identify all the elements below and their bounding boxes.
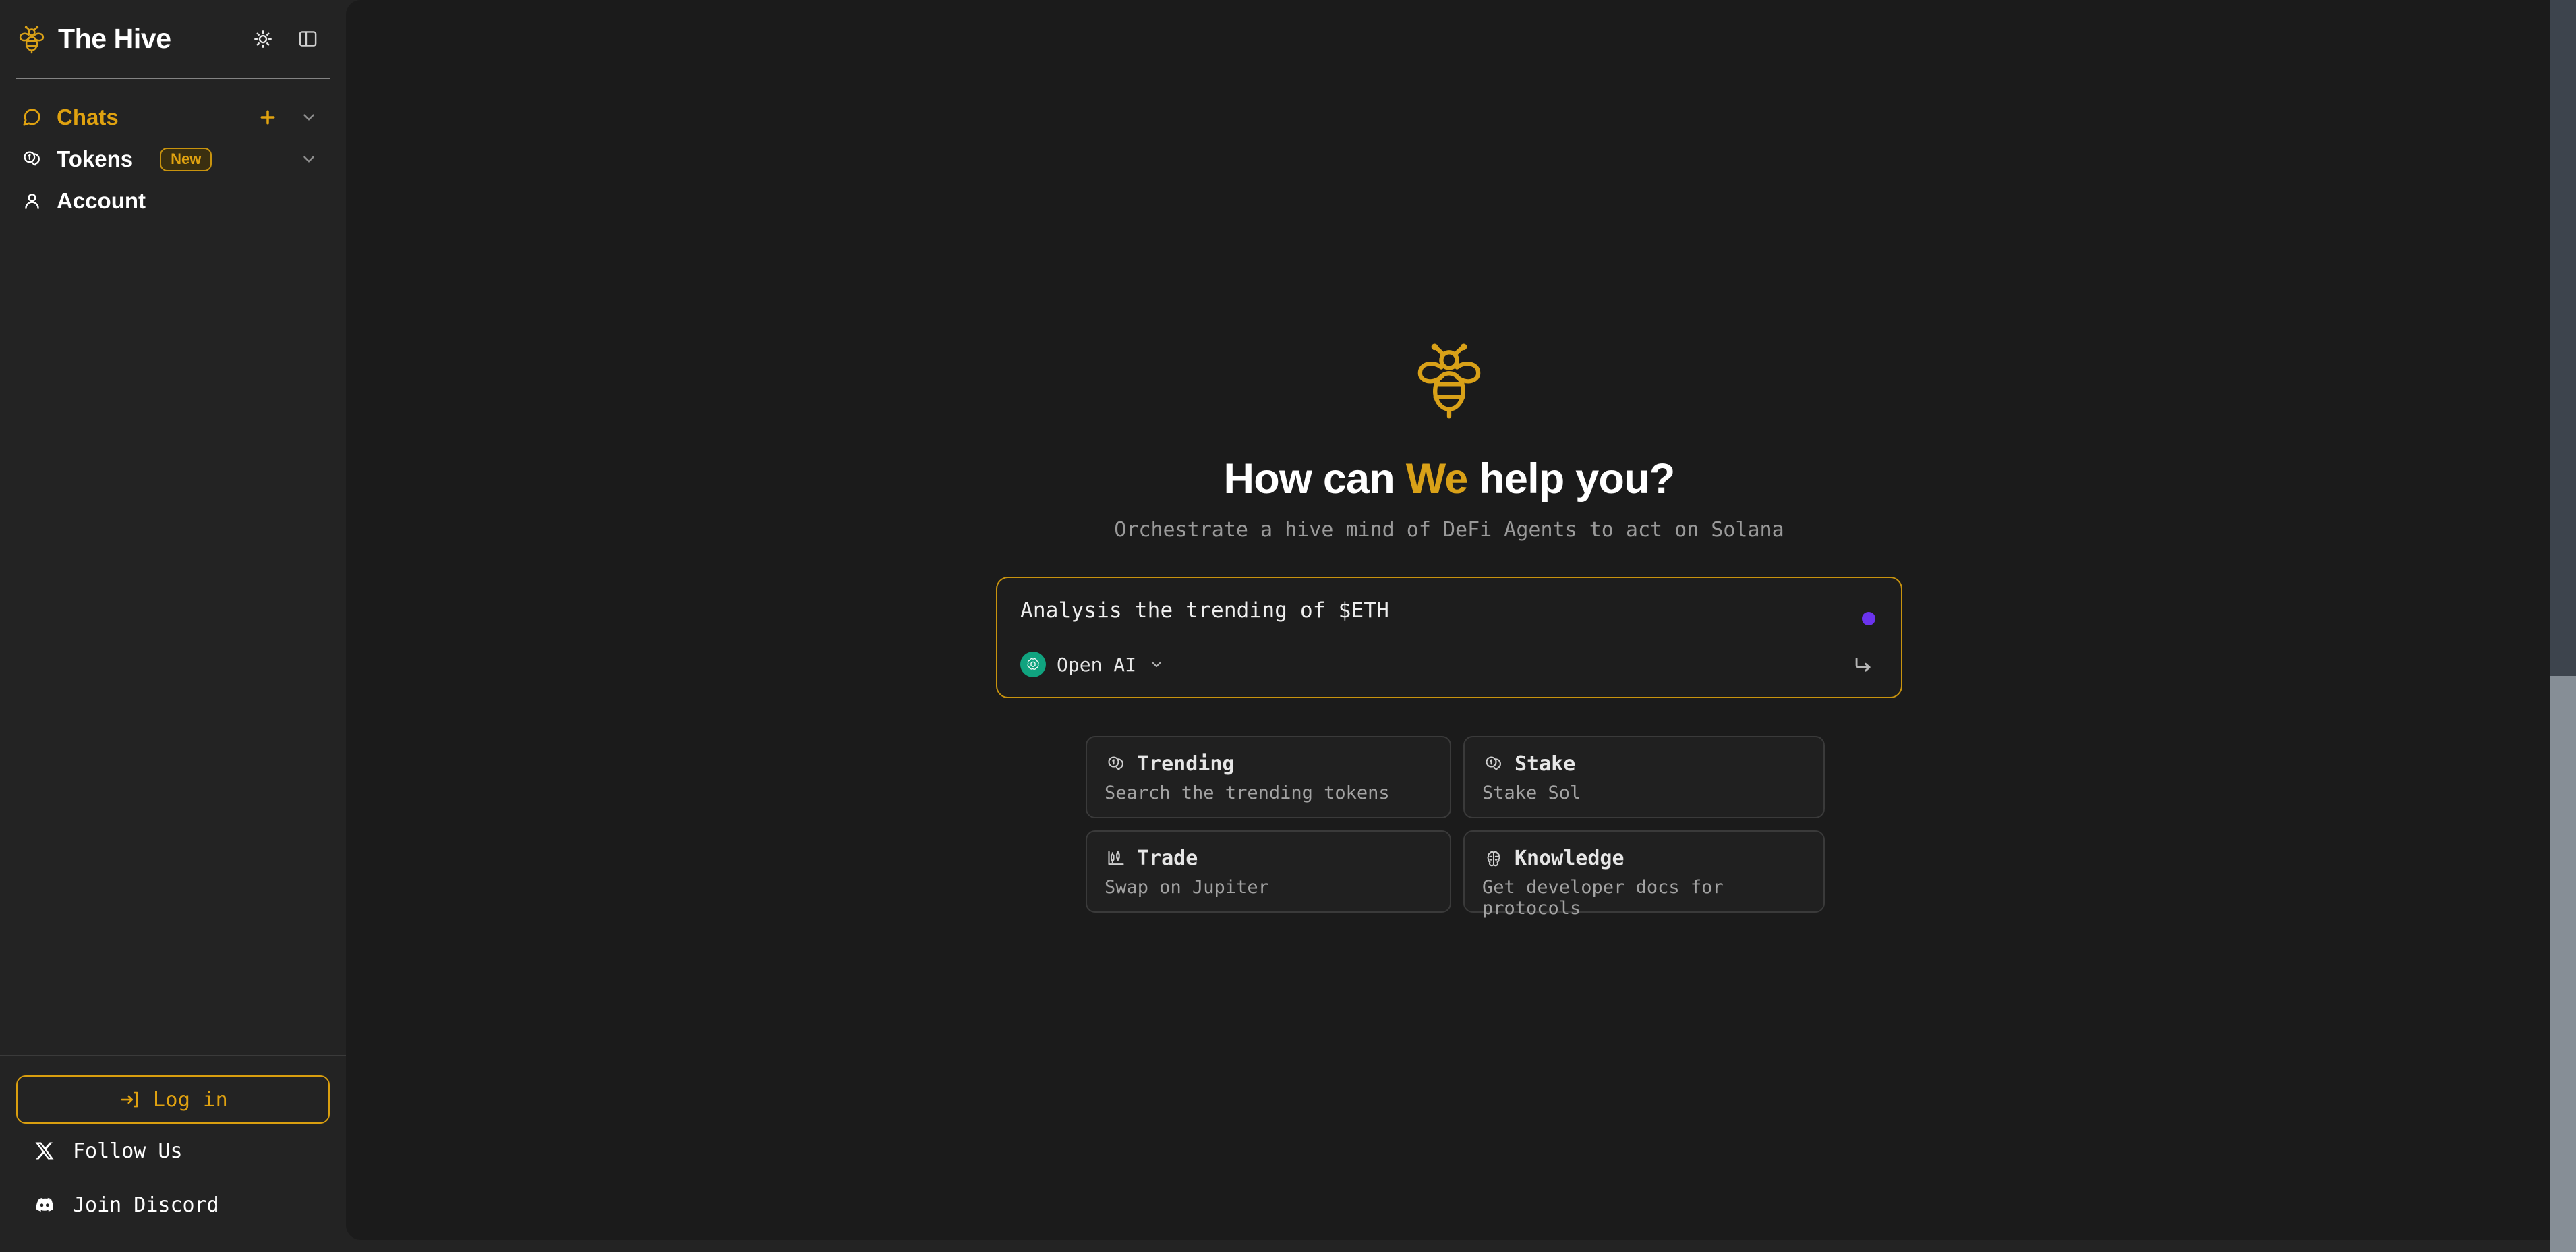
brand[interactable]: The Hive — [16, 23, 250, 55]
sidebar-item-account[interactable]: Account — [0, 180, 346, 222]
composer-toolbar: Open AI — [1020, 650, 1878, 679]
prompt-input[interactable]: Analysis the trending of $ETH — [1020, 598, 1878, 623]
chats-chevron-down-icon[interactable] — [297, 106, 320, 129]
suggestion-card-knowledge-head: Knowledge — [1482, 847, 1806, 870]
page-subtitle: Orchestrate a hive mind of DeFi Agents t… — [1114, 518, 1784, 542]
suggestion-card-trade[interactable]: Trade Swap on Jupiter — [1086, 830, 1451, 913]
brain-icon — [1482, 847, 1505, 870]
suggestion-card-stake-title: Stake — [1515, 752, 1576, 776]
sidebar-header: The Hive — [0, 0, 346, 78]
suggestion-card-trending-head: Trending — [1105, 752, 1432, 776]
app-root: The Hive Chats Tokens New Account Log in… — [0, 0, 2576, 1252]
join-discord-link[interactable]: Join Discord — [16, 1178, 330, 1232]
sidebar-item-tokens-left: Tokens New — [19, 146, 297, 172]
login-arrow-icon — [118, 1088, 141, 1111]
sidebar-item-tokens[interactable]: Tokens New — [0, 138, 346, 180]
new-chat-plus-icon[interactable] — [256, 105, 280, 130]
model-selector[interactable]: Open AI — [1020, 652, 1166, 677]
page-scrollbar[interactable] — [2550, 0, 2576, 1252]
main-wrap: How can We help you? Orchestrate a hive … — [346, 0, 2576, 1252]
model-chevron-down-icon[interactable] — [1147, 655, 1166, 674]
theme-toggle-icon[interactable] — [250, 26, 276, 52]
suggestion-card-knowledge-desc: Get developer docs for protocols — [1482, 877, 1724, 919]
suggestion-card-knowledge[interactable]: Knowledge Get developer docs for protoco… — [1463, 830, 1825, 919]
welcome-screen: How can We help you? Orchestrate a hive … — [346, 337, 2552, 919]
join-discord-label: Join Discord — [73, 1193, 219, 1217]
sidebar-footer: Log in Follow Us Join Discord — [0, 1056, 346, 1252]
page-scrollbar-thumb[interactable] — [2550, 676, 2576, 1252]
page-title-before: How can — [1223, 455, 1406, 503]
hero-bee-logo-icon — [1409, 337, 1489, 422]
sidebar-nav: Chats Tokens New Account — [0, 79, 346, 222]
suggestion-card-trade-head: Trade — [1105, 847, 1432, 870]
send-button[interactable] — [1848, 650, 1878, 679]
coins-icon — [1105, 753, 1128, 776]
message-square-icon — [19, 105, 45, 130]
brand-title: The Hive — [58, 23, 171, 54]
page-title: How can We help you? — [1223, 455, 1676, 503]
follow-us-link[interactable]: Follow Us — [16, 1124, 330, 1178]
model-name-label: Open AI — [1057, 653, 1137, 676]
suggestion-card-trending[interactable]: Trending Search the trending tokens — [1086, 736, 1451, 818]
sidebar-item-chats-label: Chats — [57, 105, 119, 130]
sidebar-header-actions — [250, 26, 320, 52]
tokens-chevron-down-icon[interactable] — [297, 148, 320, 171]
page-title-accent: We — [1405, 455, 1469, 503]
login-button[interactable]: Log in — [16, 1075, 330, 1124]
suggestion-card-knowledge-title: Knowledge — [1515, 847, 1624, 870]
sidebar-item-account-label: Account — [57, 188, 146, 213]
sidebar-item-account-left: Account — [19, 188, 320, 214]
suggestion-card-trade-title: Trade — [1137, 847, 1198, 870]
sidebar-item-chats-left: Chats — [19, 105, 256, 130]
sidebar-item-tokens-label: Tokens — [57, 146, 134, 171]
suggestion-cards: Trending Search the trending tokens Stak… — [1086, 736, 1825, 919]
main-panel: How can We help you? Orchestrate a hive … — [346, 0, 2552, 1240]
suggestion-card-trending-desc: Search the trending tokens — [1105, 782, 1390, 803]
status-dot — [1862, 612, 1875, 625]
coins-icon — [1482, 753, 1505, 776]
composer[interactable]: Analysis the trending of $ETH Open AI — [996, 577, 1902, 698]
candlestick-chart-icon — [1105, 847, 1128, 870]
sidebar-divider — [16, 78, 330, 79]
sidebar: The Hive Chats Tokens New Account Log in… — [0, 0, 346, 1252]
sidebar-toggle-icon[interactable] — [295, 26, 320, 52]
follow-us-label: Follow Us — [73, 1139, 183, 1163]
user-icon — [19, 188, 45, 214]
discord-icon — [31, 1191, 58, 1218]
suggestion-card-stake[interactable]: Stake Stake Sol — [1463, 736, 1825, 818]
sidebar-item-tokens-actions — [297, 148, 320, 171]
sidebar-item-chats[interactable]: Chats — [0, 96, 346, 138]
suggestion-card-trade-desc: Swap on Jupiter — [1105, 877, 1269, 898]
openai-icon — [1020, 652, 1046, 677]
page-title-after: help you? — [1467, 455, 1675, 503]
x-twitter-icon — [31, 1137, 58, 1164]
suggestion-card-stake-head: Stake — [1482, 752, 1806, 776]
sidebar-item-chats-actions — [256, 105, 320, 130]
bee-logo-icon — [16, 24, 47, 55]
login-button-label: Log in — [152, 1087, 229, 1112]
coins-icon — [19, 146, 45, 172]
suggestion-card-trending-title: Trending — [1137, 752, 1235, 776]
suggestion-card-stake-desc: Stake Sol — [1482, 782, 1581, 803]
tokens-new-badge: New — [160, 147, 212, 171]
